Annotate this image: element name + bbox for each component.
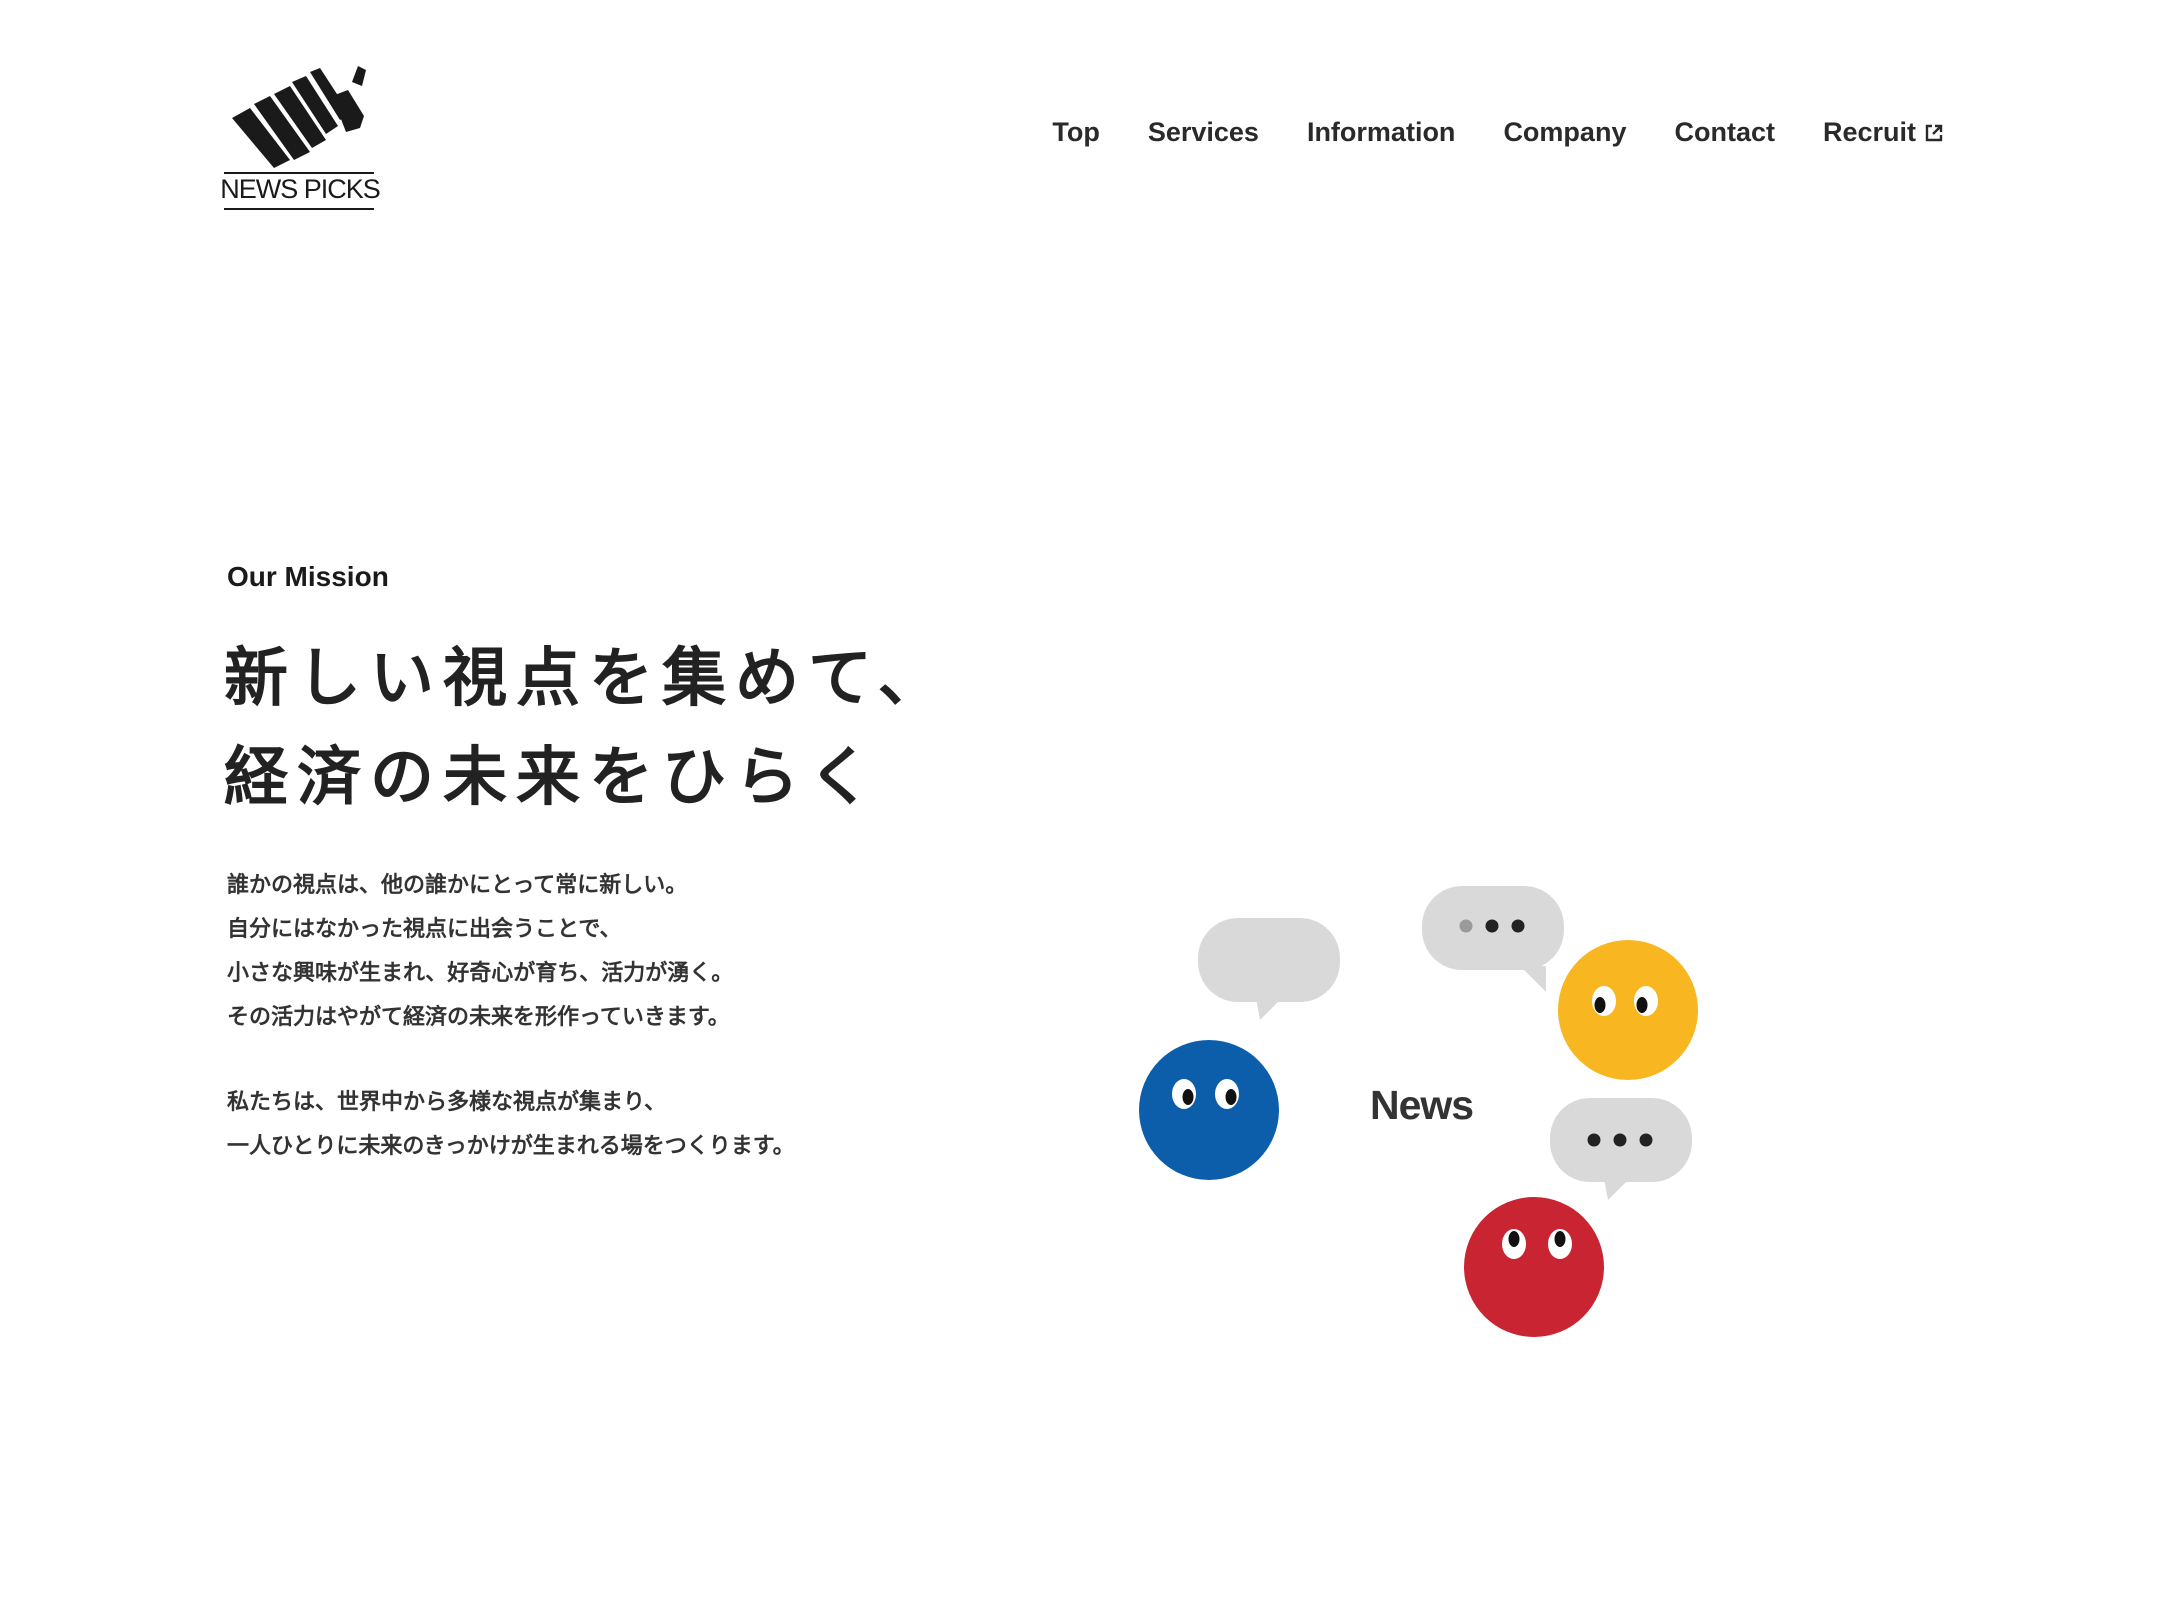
body-line: 一人ひとりに未来のきっかけが生まれる場をつくります。 xyxy=(227,1134,795,1159)
nav-item-recruit[interactable]: Recruit xyxy=(1823,117,1944,148)
main-nav: Top Services Information Company Contact… xyxy=(1052,117,1944,148)
mission-paragraph-2: 私たちは、世界中から多様な視点が集まり、 一人ひとりに未来のきっかけが生まれる場… xyxy=(227,1081,795,1169)
blue-character xyxy=(1139,1040,1279,1180)
newspicks-logo[interactable]: NEWS PICKS xyxy=(220,56,381,216)
nav-item-recruit-label: Recruit xyxy=(1822,117,1916,147)
nav-item-information[interactable]: Information xyxy=(1307,117,1456,148)
body-line: 私たちは、世界中から多様な視点が集まり、 xyxy=(227,1090,667,1115)
speech-bubble-dots-right xyxy=(1550,1098,1692,1200)
yellow-character xyxy=(1558,940,1698,1080)
nav-item-contact[interactable]: Contact xyxy=(1674,117,1775,148)
nav-item-top[interactable]: Top xyxy=(1052,117,1099,148)
headline-line-2: 経済の未来をひらく xyxy=(224,741,881,815)
zebra-logo-icon xyxy=(232,66,366,168)
external-link-icon xyxy=(1925,124,1943,141)
news-label: News xyxy=(1370,1082,1474,1128)
speech-bubble-empty xyxy=(1198,918,1340,1020)
mission-body: 誰かの視点は、他の誰かにとって常に新しい。 自分にはなかった視点に出会うことで、… xyxy=(227,864,795,1169)
body-line: 自分にはなかった視点に出会うことで、 xyxy=(227,917,622,942)
mission-illustration: News xyxy=(1100,860,1840,1380)
speech-bubble-dots-top xyxy=(1422,886,1564,992)
red-character xyxy=(1464,1197,1604,1337)
headline-line-1: 新しい視点を集めて、 xyxy=(224,642,951,716)
body-line: 小さな興味が生まれ、好奇心が育ち、活力が湧く。 xyxy=(227,961,734,986)
mission-paragraph-1: 誰かの視点は、他の誰かにとって常に新しい。 自分にはなかった視点に出会うことで、… xyxy=(227,864,795,1040)
nav-item-company[interactable]: Company xyxy=(1503,117,1626,148)
mission-label: Our Mission xyxy=(227,561,389,592)
body-line: 誰かの視点は、他の誰かにとって常に新しい。 xyxy=(227,873,688,898)
logo-wordmark: NEWS PICKS xyxy=(220,174,381,204)
mission-headline: 新しい視点を集めて、 経済の未来をひらく xyxy=(224,630,951,828)
body-line: その活力はやがて経済の未来を形作っていきます。 xyxy=(227,1005,730,1030)
nav-item-services[interactable]: Services xyxy=(1148,117,1259,148)
